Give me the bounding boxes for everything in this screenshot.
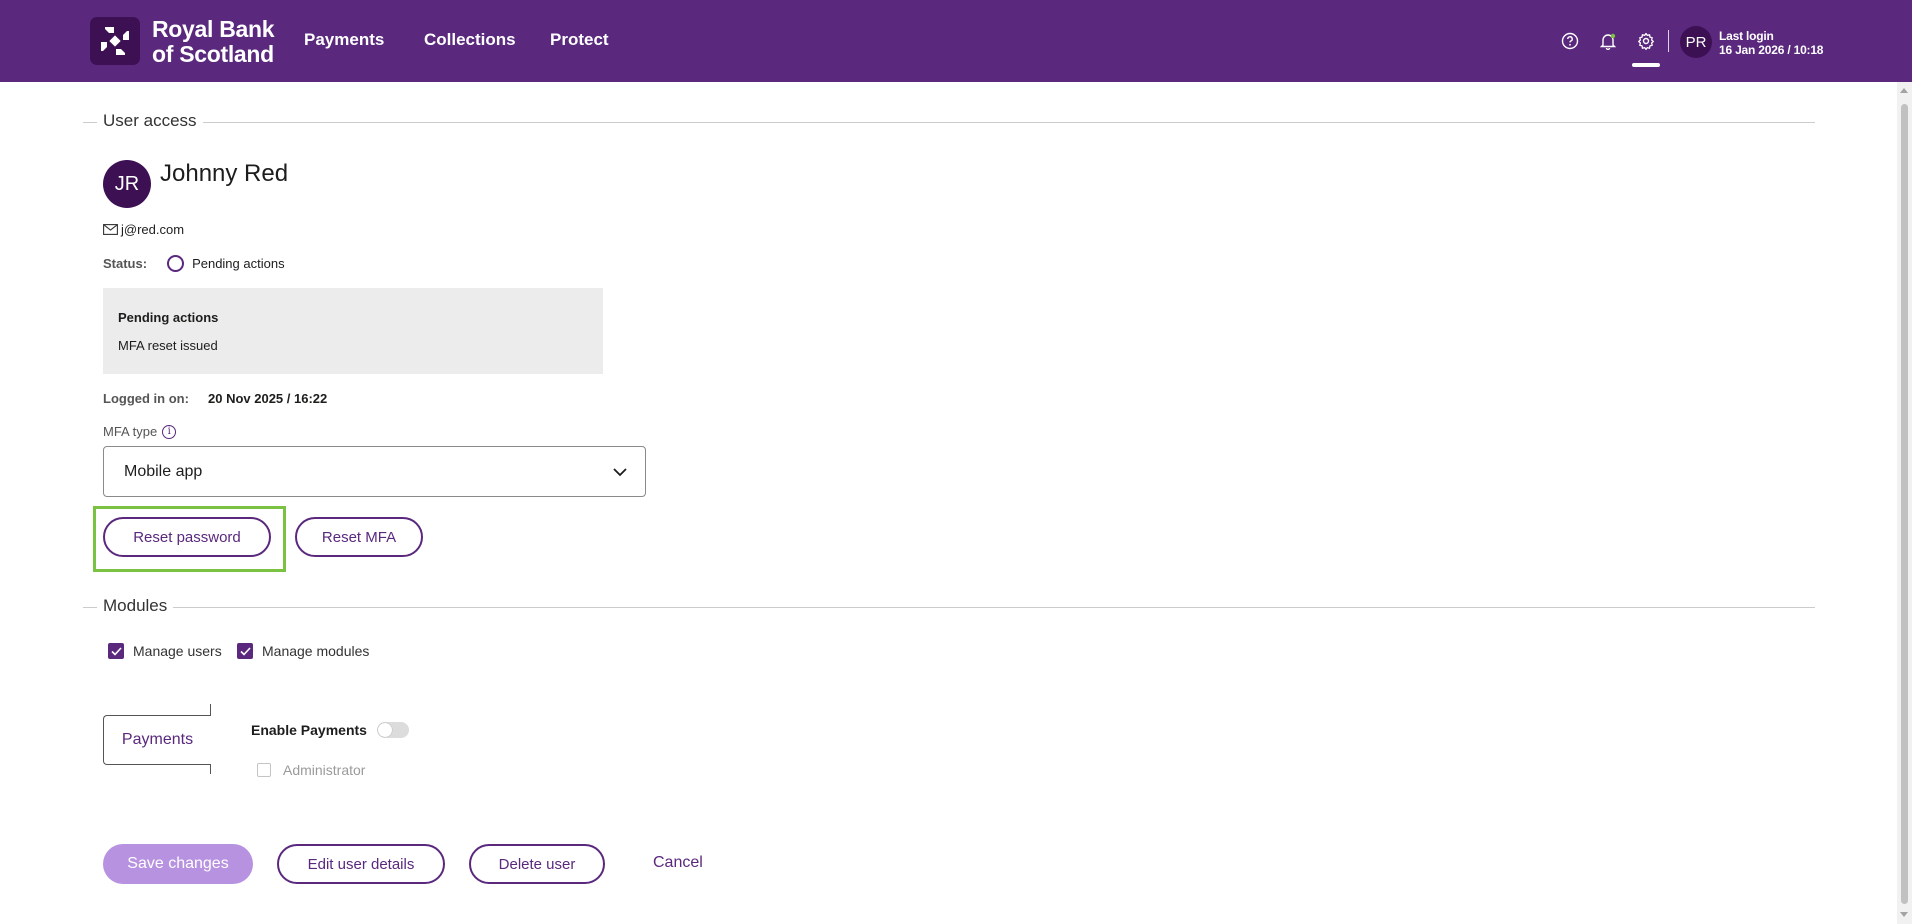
- toggle-knob: [377, 723, 392, 737]
- mfa-type-value: Mobile app: [124, 463, 203, 480]
- manage-users-checkbox-row[interactable]: Manage users: [108, 643, 222, 659]
- status-label: Status:: [103, 256, 148, 271]
- scroll-thumb[interactable]: [1901, 104, 1908, 904]
- edit-user-details-button[interactable]: Edit user details: [277, 844, 445, 884]
- tab-border: [210, 765, 211, 774]
- mail-icon: [103, 224, 118, 235]
- brand-name: Royal Bank of Scotland: [152, 16, 275, 67]
- tab-border: [210, 704, 211, 715]
- section-divider: [83, 607, 1815, 608]
- user-avatar-large: JR: [103, 160, 151, 208]
- reset-password-button[interactable]: Reset password: [103, 517, 271, 557]
- check-icon: [239, 646, 251, 656]
- enable-payments-row: Enable Payments: [251, 722, 409, 738]
- manage-users-label: Manage users: [133, 643, 222, 659]
- administrator-label: Administrator: [283, 762, 366, 778]
- scroll-down-arrow[interactable]: [1900, 912, 1908, 917]
- delete-user-button[interactable]: Delete user: [469, 844, 605, 884]
- status-pending-icon: [167, 255, 185, 272]
- help-icon[interactable]: [1558, 29, 1582, 53]
- chevron-down-icon: [613, 468, 627, 477]
- check-icon: [110, 646, 122, 656]
- mfa-type-select[interactable]: Mobile app: [103, 446, 646, 497]
- user-email: j@red.com: [121, 222, 185, 237]
- manage-modules-checkbox-row[interactable]: Manage modules: [237, 643, 369, 659]
- vertical-scrollbar[interactable]: [1897, 82, 1912, 924]
- logged-in-value: 20 Nov 2025 / 16:22: [208, 391, 328, 406]
- administrator-checkbox[interactable]: [257, 763, 271, 777]
- pending-action-item: MFA reset issued: [118, 338, 218, 353]
- last-login-value: 16 Jan 2026 / 10:18: [1719, 43, 1824, 57]
- gear-icon[interactable]: [1634, 29, 1658, 53]
- pending-actions-panel: Pending actions MFA reset issued: [103, 288, 603, 374]
- info-icon[interactable]: i: [162, 424, 177, 439]
- administrator-row: Administrator: [257, 762, 365, 778]
- logged-in-label: Logged in on:: [103, 391, 189, 406]
- user-name: Johnny Red: [160, 160, 289, 187]
- status-value: Pending actions: [192, 256, 285, 271]
- manage-users-checkbox[interactable]: [108, 643, 124, 659]
- section-title-modules: Modules: [97, 596, 174, 616]
- save-changes-button[interactable]: Save changes: [103, 844, 253, 884]
- section-title-user-access: User access: [97, 111, 203, 131]
- reset-mfa-button[interactable]: Reset MFA: [295, 517, 423, 557]
- enable-payments-toggle[interactable]: [376, 722, 409, 738]
- bell-icon[interactable]: [1596, 29, 1620, 53]
- nav-collections[interactable]: Collections: [424, 30, 516, 50]
- last-login-info: Last login 16 Jan 2026 / 10:18: [1719, 29, 1823, 57]
- scroll-up-arrow[interactable]: [1900, 88, 1908, 93]
- enable-payments-label: Enable Payments: [251, 722, 367, 738]
- pending-actions-title: Pending actions: [118, 310, 219, 325]
- manage-modules-label: Manage modules: [262, 643, 370, 659]
- user-avatar[interactable]: PR: [1680, 26, 1712, 58]
- top-navigation-bar: Royal Bank of Scotland Payments Collecti…: [0, 0, 1912, 82]
- header-divider: [1668, 30, 1669, 52]
- section-divider: [83, 122, 1815, 123]
- mfa-type-label-text: MFA type: [103, 424, 158, 439]
- rbs-logo-icon[interactable]: [90, 17, 140, 65]
- cancel-link[interactable]: Cancel: [653, 854, 703, 872]
- status-row: Status: Pending actions: [103, 255, 285, 272]
- mfa-type-label: MFA type i: [103, 424, 177, 439]
- tab-payments[interactable]: Payments: [103, 715, 211, 765]
- manage-modules-checkbox[interactable]: [237, 643, 253, 659]
- active-indicator: [1632, 63, 1660, 67]
- email-row: j@red.com: [103, 222, 184, 237]
- logged-in-row: Logged in on: 20 Nov 2025 / 16:22: [103, 391, 327, 406]
- nav-payments[interactable]: Payments: [304, 30, 384, 50]
- last-login-label: Last login: [1719, 29, 1774, 43]
- nav-protect[interactable]: Protect: [550, 30, 609, 50]
